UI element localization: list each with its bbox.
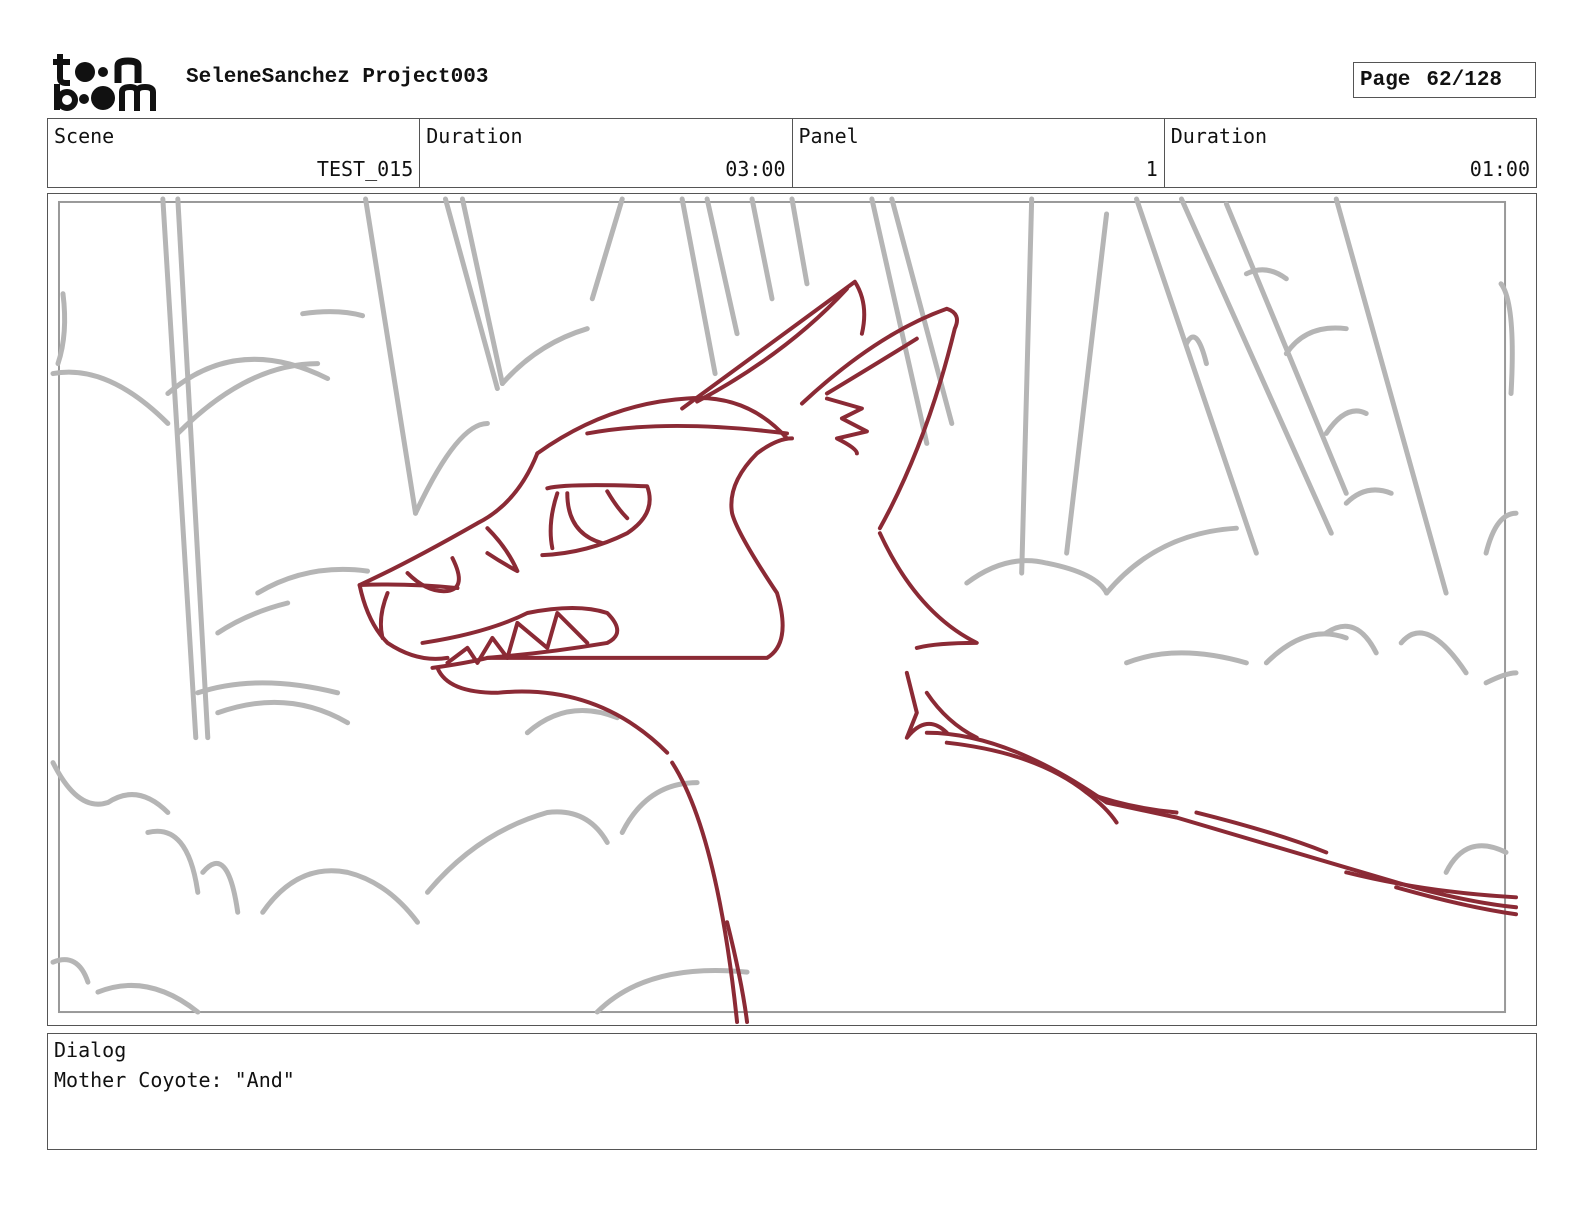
dialog-label: Dialog: [54, 1038, 127, 1062]
dialog-text: Mother Coyote: "And": [54, 1068, 295, 1092]
page-label: Page: [1360, 68, 1411, 92]
page-indicator: Page 62/128: [1353, 62, 1536, 98]
panel-cell: Panel 1: [793, 119, 1165, 187]
scene-value: TEST_015: [316, 157, 414, 181]
panel-value: 1: [1145, 157, 1158, 181]
scene-duration-value: 03:00: [725, 157, 786, 181]
panel-duration-cell: Duration 01:00: [1165, 119, 1536, 187]
project-title: SeleneSanchez Project003: [186, 66, 489, 89]
scene-duration-cell: Duration 03:00: [420, 119, 793, 187]
panel-duration-value: 01:00: [1469, 157, 1530, 181]
panel-label: Panel: [798, 124, 859, 148]
scene-label: Scene: [54, 124, 115, 148]
scene-duration-label: Duration: [426, 124, 523, 148]
storyboard-panel: [47, 193, 1537, 1026]
page-number: 62/128: [1426, 68, 1503, 92]
coyote-sketch-icon: [50, 196, 1519, 1025]
dialog-box: Dialog Mother Coyote: "And": [47, 1033, 1537, 1150]
scene-cell: Scene TEST_015: [48, 119, 421, 187]
panel-duration-label: Duration: [1170, 124, 1268, 148]
toon-boom-logo-icon: [53, 54, 156, 111]
scene-info-row: Scene TEST_015 Duration 03:00 Panel 1 Du…: [47, 118, 1537, 188]
